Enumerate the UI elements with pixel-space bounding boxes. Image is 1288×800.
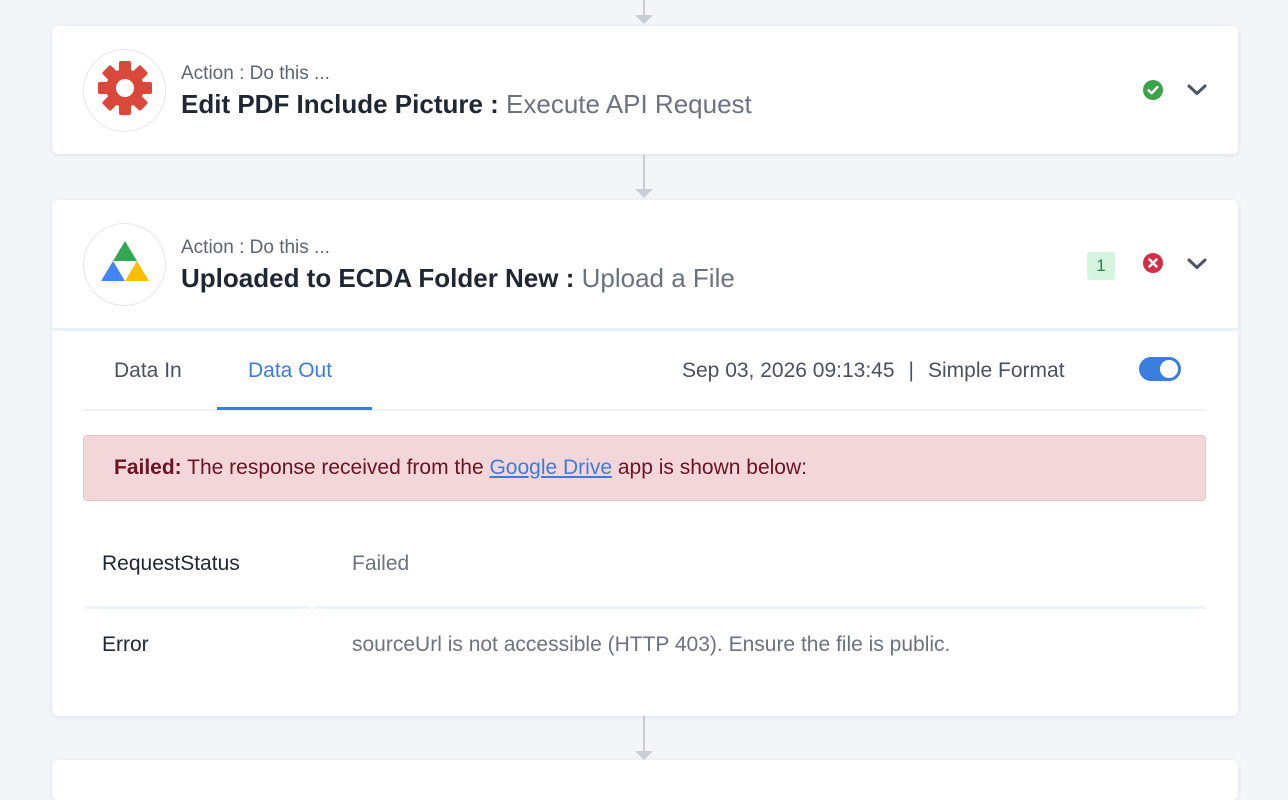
step-card-upload: Action : Do this ... Uploaded to ECDA Fo…: [52, 200, 1238, 716]
row-divider: [85, 606, 310, 609]
connector-line: [643, 716, 645, 752]
alert-text-after: app is shown below:: [612, 456, 807, 479]
step-header[interactable]: Action : Do this ... Edit PDF Include Pi…: [52, 26, 1238, 154]
step-subtitle: Action : Do this ...: [181, 237, 330, 258]
tab-data-out[interactable]: Data Out: [248, 359, 332, 383]
step-title: Edit PDF Include Picture : Execute API R…: [181, 89, 752, 120]
google-drive-icon: [99, 239, 151, 290]
step-name: Uploaded to ECDA Folder New :: [181, 263, 582, 293]
timestamp-row: Sep 03, 2026 09:13:45 | Simple Format: [682, 359, 1065, 383]
simple-format-toggle[interactable]: [1139, 357, 1181, 381]
success-check-icon: [1142, 79, 1164, 101]
row-value-error: sourceUrl is not accessible (HTTP 403). …: [352, 633, 951, 656]
step-title: Uploaded to ECDA Folder New : Upload a F…: [181, 263, 735, 294]
alert-text-before: The response received from the: [181, 456, 490, 479]
connector-line: [643, 0, 645, 16]
step-name: Edit PDF Include Picture :: [181, 89, 507, 119]
row-key-requeststatus: RequestStatus: [102, 552, 240, 575]
step-card-next: [52, 760, 1238, 800]
step-action: Execute API Request: [506, 89, 752, 119]
chevron-down-icon[interactable]: [1185, 78, 1209, 102]
google-drive-link[interactable]: Google Drive: [489, 456, 612, 479]
chevron-down-icon[interactable]: [1185, 252, 1209, 276]
app-logo: [83, 223, 166, 306]
alert-prefix: Failed:: [114, 456, 182, 479]
gear-icon: [97, 60, 153, 121]
error-x-icon: [1142, 252, 1164, 274]
count-badge: 1: [1087, 252, 1115, 280]
step-subtitle: Action : Do this ...: [181, 63, 330, 84]
step-header[interactable]: Action : Do this ... Uploaded to ECDA Fo…: [52, 200, 1238, 328]
connector-arrow: [635, 15, 653, 24]
step-card-edit-pdf: Action : Do this ... Edit PDF Include Pi…: [52, 26, 1238, 154]
connector-arrow: [635, 189, 653, 198]
header-divider: [52, 328, 1238, 331]
row-divider: [314, 606, 1206, 609]
timestamp: Sep 03, 2026 09:13:45: [682, 359, 895, 382]
active-tab-indicator: [217, 407, 372, 410]
step-action: Upload a File: [581, 263, 735, 293]
row-key-error: Error: [102, 633, 149, 656]
format-label: Simple Format: [928, 359, 1065, 382]
toggle-knob: [1160, 360, 1178, 378]
connector-arrow: [635, 751, 653, 760]
separator: |: [908, 359, 914, 382]
connector-line: [643, 155, 645, 189]
row-value-requeststatus: Failed: [352, 552, 410, 575]
app-logo: [83, 49, 166, 132]
failed-alert: Failed: The response received from the G…: [83, 435, 1206, 501]
tab-data-in[interactable]: Data In: [114, 359, 182, 383]
